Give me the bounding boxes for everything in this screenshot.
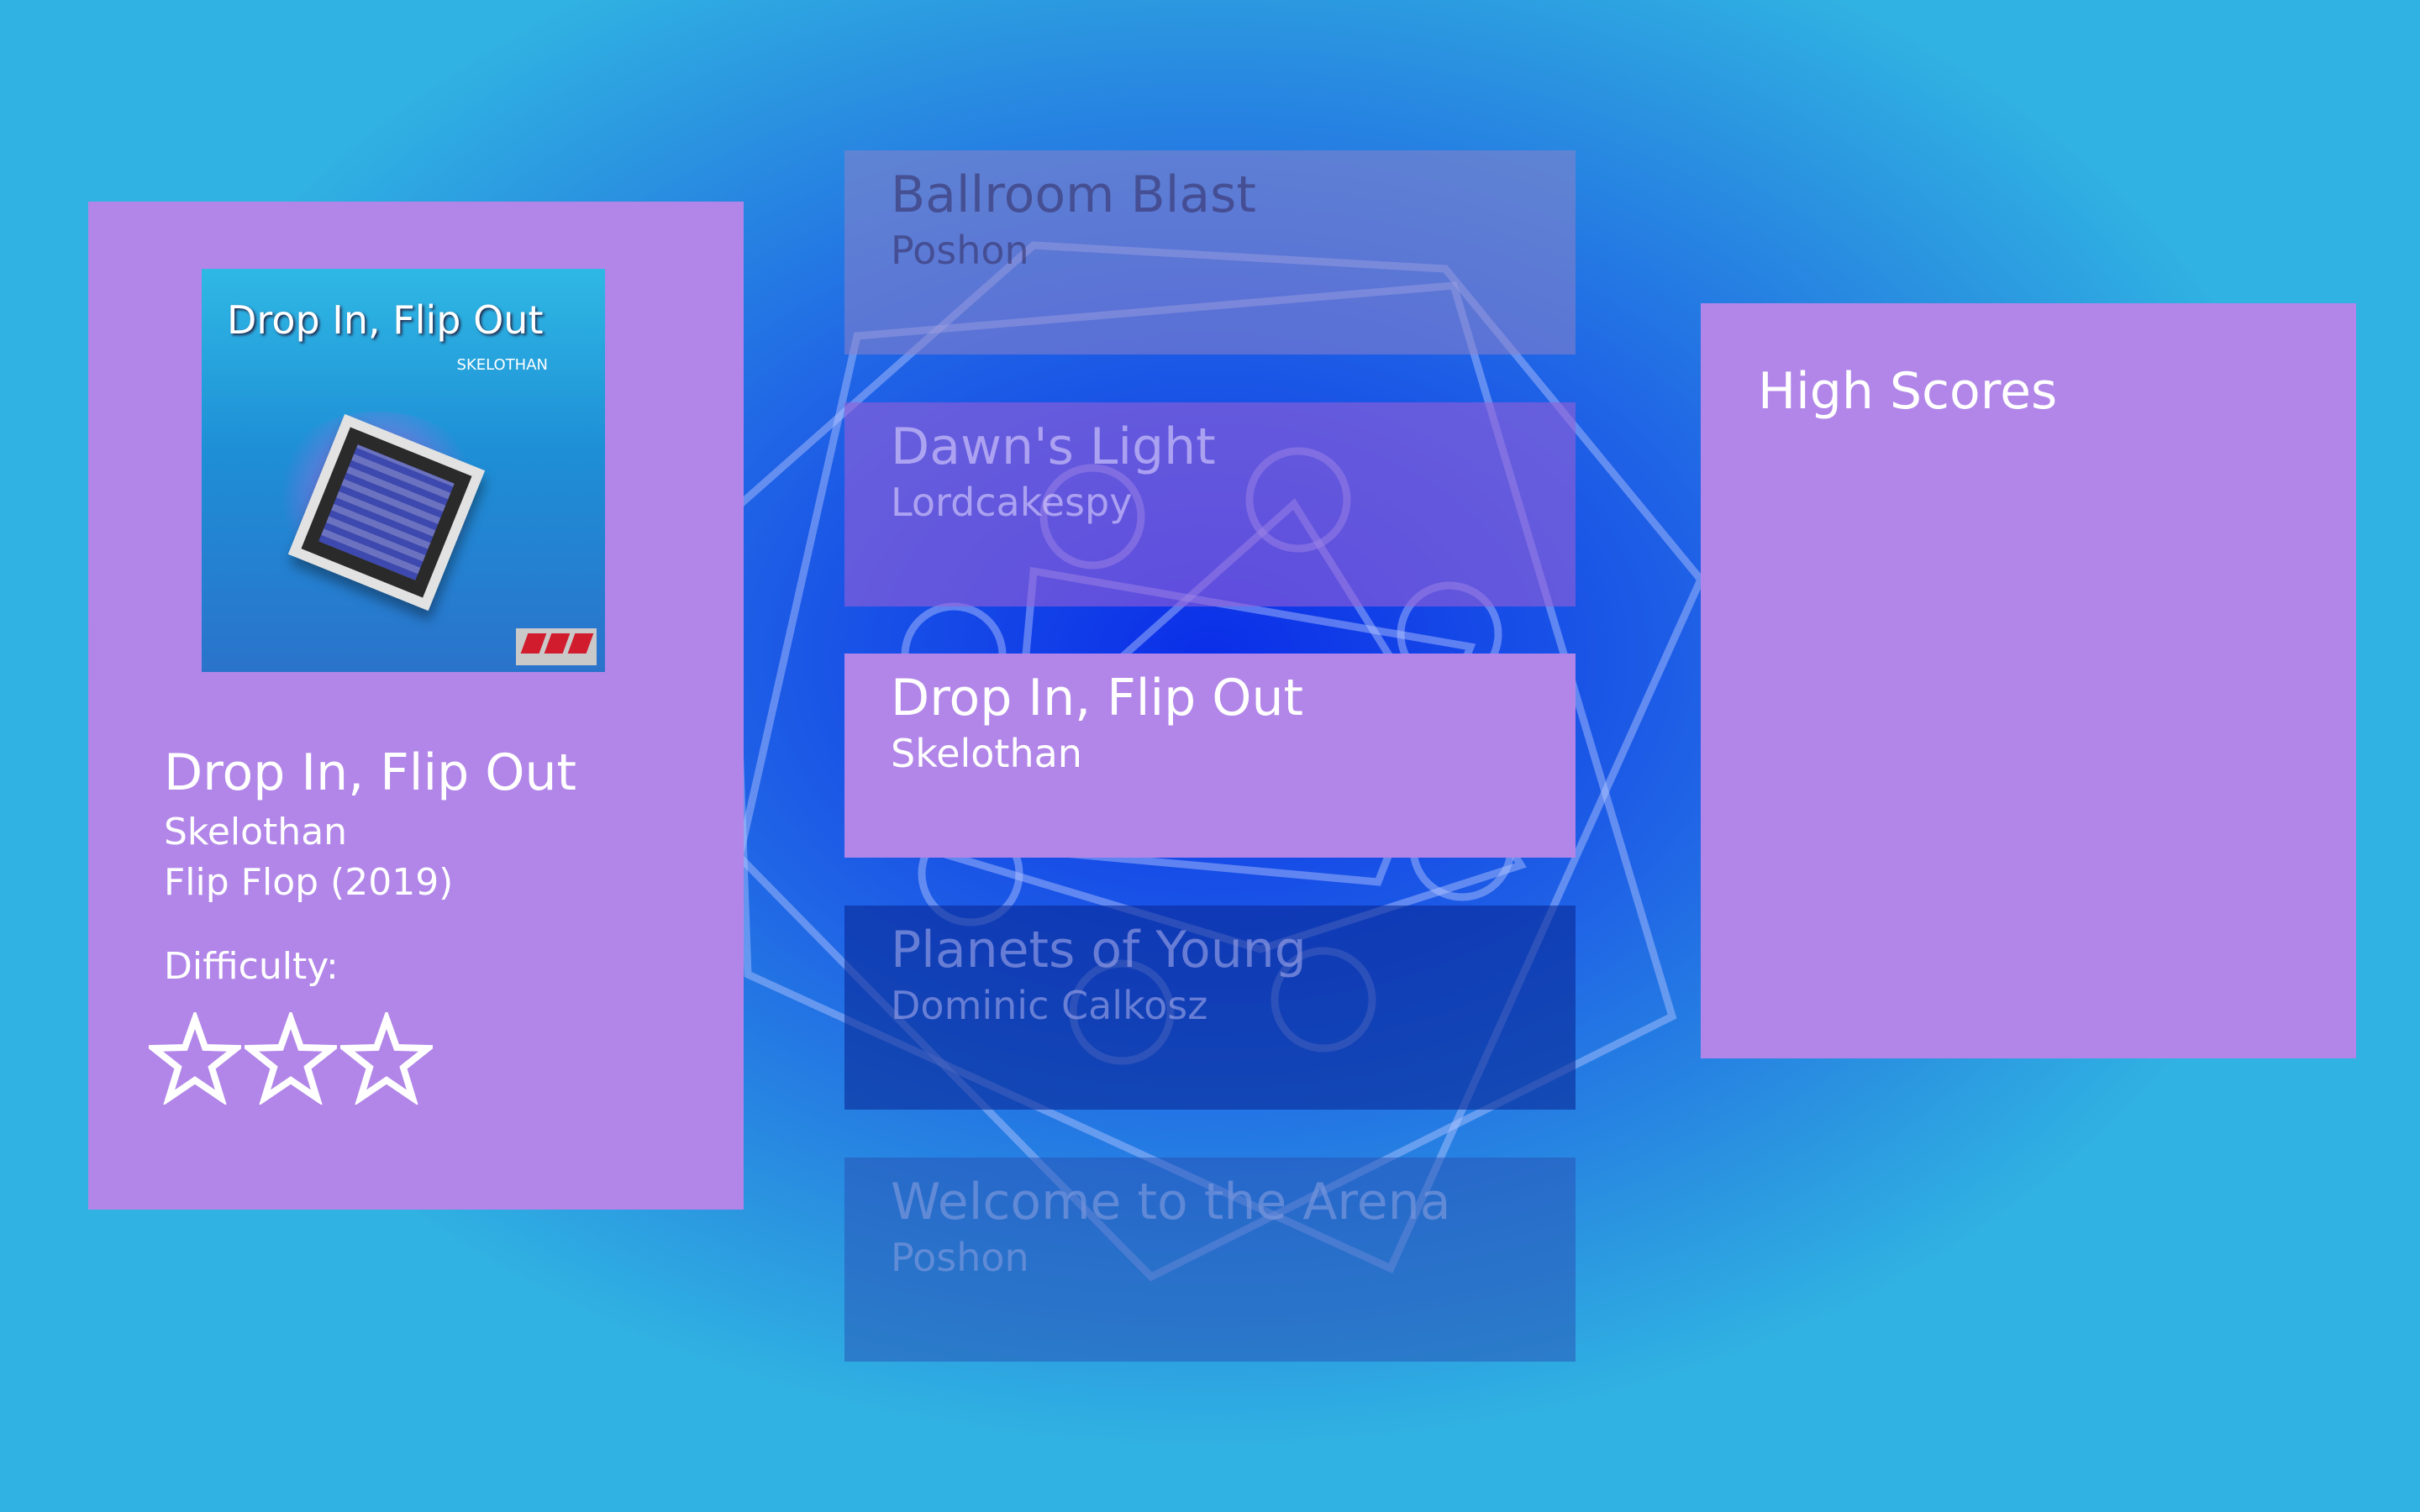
song-item[interactable]: Welcome to the Arena Poshon	[844, 1158, 1576, 1362]
star-icon	[245, 1012, 337, 1105]
song-artist: Skelothan	[164, 811, 348, 853]
high-scores-panel: High Scores	[1701, 303, 2356, 1058]
song-item-title: Ballroom Blast	[891, 165, 1256, 224]
song-info-panel: Drop In, Flip Out SKELOTHAN Drop In, Fli…	[88, 202, 744, 1210]
cover-title: Drop In, Flip Out	[227, 297, 544, 343]
song-item-title: Drop In, Flip Out	[891, 669, 1304, 727]
song-item-selected[interactable]: Drop In, Flip Out Skelothan	[844, 654, 1576, 858]
label-logo	[516, 628, 597, 665]
song-item-title: Planets of Young	[891, 921, 1307, 979]
song-item-artist: Poshon	[891, 228, 1029, 273]
star-icon	[149, 1012, 241, 1105]
song-item-artist: Poshon	[891, 1235, 1029, 1280]
song-item-artist: Lordcakespy	[891, 480, 1133, 525]
album-cover: Drop In, Flip Out SKELOTHAN	[202, 269, 605, 672]
song-album: Flip Flop (2019)	[164, 861, 454, 904]
song-item[interactable]: Dawn's Light Lordcakespy	[844, 402, 1576, 606]
difficulty-stars	[149, 1012, 433, 1105]
cover-artist: SKELOTHAN	[456, 356, 548, 374]
song-item-artist: Dominic Calkosz	[891, 983, 1208, 1028]
difficulty-label: Difficulty:	[164, 945, 339, 988]
high-scores-title: High Scores	[1758, 362, 2058, 421]
song-item-artist: Skelothan	[891, 731, 1082, 776]
star-icon	[340, 1012, 433, 1105]
song-item-title: Dawn's Light	[891, 417, 1216, 476]
song-item[interactable]: Ballroom Blast Poshon	[844, 150, 1576, 354]
song-item[interactable]: Planets of Young Dominic Calkosz	[844, 906, 1576, 1110]
song-title: Drop In, Flip Out	[164, 743, 577, 802]
song-item-title: Welcome to the Arena	[891, 1173, 1451, 1231]
